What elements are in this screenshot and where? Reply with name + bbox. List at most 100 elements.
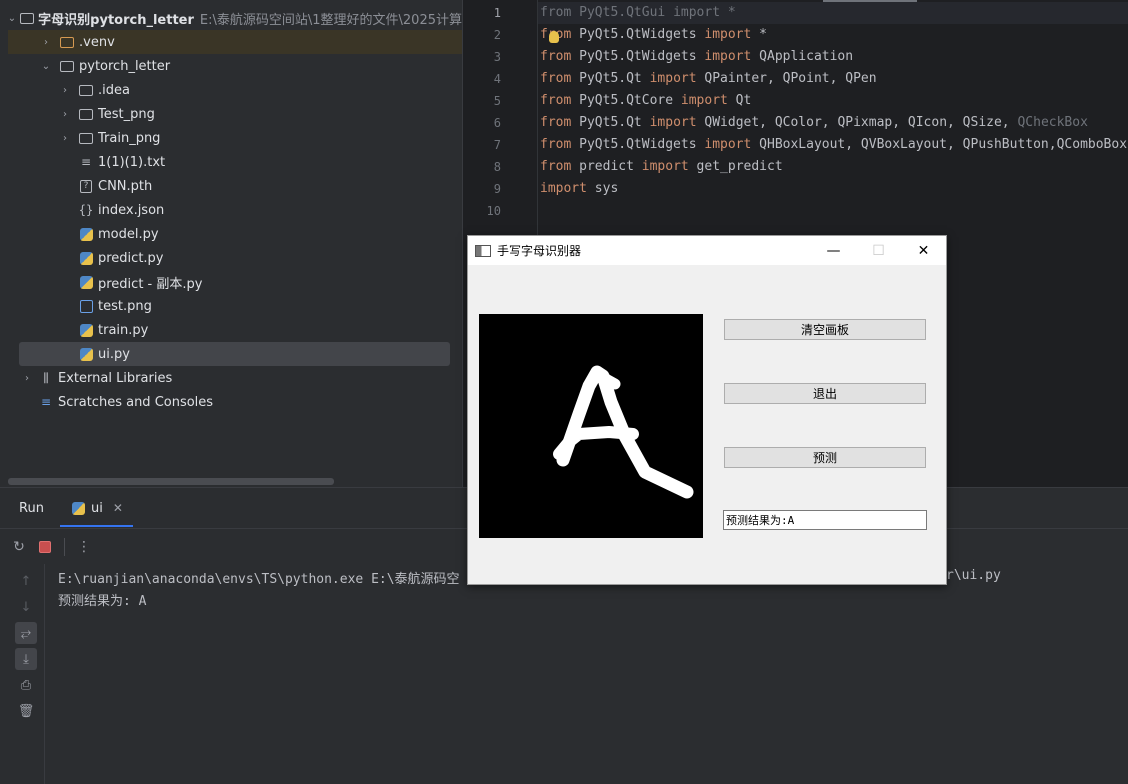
lightbulb-icon[interactable] bbox=[549, 31, 559, 43]
tree-item-test-png-file[interactable]: test.png bbox=[0, 294, 462, 318]
tree-item-predict-copy-py[interactable]: predict - 副本.py bbox=[0, 270, 462, 294]
image-file-icon bbox=[78, 299, 94, 313]
tree-item-scratches[interactable]: ≡ Scratches and Consoles bbox=[0, 390, 462, 414]
tree-item-label: model.py bbox=[98, 226, 159, 242]
arrow-down-icon[interactable]: ↓ bbox=[15, 596, 37, 618]
stop-icon bbox=[39, 540, 51, 553]
window-titlebar[interactable]: 手写字母识别器 — ☐ ✕ bbox=[468, 236, 946, 265]
close-button[interactable]: ✕ bbox=[901, 236, 946, 265]
tree-item-pytorch-letter[interactable]: ⌄ pytorch_letter bbox=[0, 54, 462, 78]
tree-item-index-json[interactable]: {} index.json bbox=[0, 198, 462, 222]
console-line-tail: r\ui.py bbox=[946, 568, 1001, 583]
tree-item-idea[interactable]: › .idea bbox=[0, 78, 462, 102]
folder-icon bbox=[20, 11, 35, 25]
scroll-to-end-icon[interactable]: ⤓ bbox=[15, 648, 37, 670]
arrow-up-icon[interactable]: ↑ bbox=[15, 570, 37, 592]
tree-item-train-py[interactable]: train.py bbox=[0, 318, 462, 342]
code-line[interactable]: from PyQt5.QtGui import * bbox=[540, 5, 736, 20]
python-file-icon bbox=[78, 275, 94, 289]
run-panel-title: Run bbox=[19, 500, 44, 516]
tree-item-label: Scratches and Consoles bbox=[58, 394, 214, 410]
python-file-icon bbox=[78, 347, 94, 361]
chevron-right-icon[interactable]: › bbox=[58, 131, 72, 145]
chevron-right-icon[interactable]: › bbox=[39, 35, 53, 49]
app-icon bbox=[475, 244, 491, 257]
soft-wrap-icon[interactable]: ⥂ bbox=[15, 622, 37, 644]
folder-icon bbox=[59, 59, 75, 73]
python-file-icon bbox=[78, 323, 94, 337]
stop-button[interactable] bbox=[32, 534, 58, 560]
code-line[interactable]: from PyQt5.QtWidgets import * bbox=[540, 27, 767, 42]
line-number: 1 bbox=[493, 6, 501, 20]
trash-icon[interactable]: 🗑 bbox=[15, 700, 37, 722]
folder-icon bbox=[59, 35, 75, 49]
tree-item-venv[interactable]: › .venv bbox=[8, 30, 462, 54]
project-panel: ⌄ 字母识别pytorch_letter E:\泰航源码空间站\1整理好的文件\… bbox=[0, 0, 462, 487]
close-icon[interactable]: ✕ bbox=[113, 501, 123, 515]
code-line[interactable]: from PyQt5.Qt import QPainter, QPoint, Q… bbox=[540, 71, 877, 86]
maximize-icon: ☐ bbox=[872, 242, 885, 259]
exit-button[interactable]: 退出 bbox=[724, 383, 926, 404]
tree-item-model-py[interactable]: model.py bbox=[0, 222, 462, 246]
tree-item-label: test.png bbox=[98, 298, 152, 314]
folder-icon bbox=[78, 131, 94, 145]
line-number: 6 bbox=[493, 116, 501, 130]
unknown-file-icon: ? bbox=[78, 179, 94, 193]
line-number: 10 bbox=[486, 204, 501, 218]
letter-recognizer-window: 手写字母识别器 — ☐ ✕ 清空画板 退出 预测 预测结果为:A bbox=[467, 235, 947, 585]
more-options-icon[interactable]: ⋮ bbox=[71, 534, 97, 560]
python-file-icon bbox=[72, 501, 85, 515]
code-line[interactable]: from PyQt5.QtWidgets import QApplication bbox=[540, 49, 853, 64]
maximize-button: ☐ bbox=[856, 236, 901, 265]
tree-item-label: predict.py bbox=[98, 250, 164, 266]
chevron-right-icon[interactable]: › bbox=[58, 107, 72, 121]
code-line[interactable]: from predict import get_predict bbox=[540, 159, 783, 174]
tree-item-ui-py[interactable]: ui.py bbox=[19, 342, 450, 366]
tree-item-label: External Libraries bbox=[58, 370, 173, 386]
tab-ui-label: ui bbox=[91, 500, 103, 516]
console-output: 预测结果为: A bbox=[58, 594, 147, 609]
tree-item-external-libraries[interactable]: › ⫼ External Libraries bbox=[0, 366, 462, 390]
tree-item-label: predict - 副本.py bbox=[98, 276, 203, 292]
code-line[interactable]: from PyQt5.QtWidgets import QHBoxLayout,… bbox=[540, 137, 1127, 152]
minimize-button[interactable]: — bbox=[811, 236, 856, 265]
horizontal-scrollbar[interactable] bbox=[8, 478, 334, 485]
predict-button[interactable]: 预测 bbox=[724, 447, 926, 468]
drawing-canvas[interactable] bbox=[479, 314, 703, 538]
chevron-down-icon[interactable]: ⌄ bbox=[8, 11, 16, 25]
line-number: 4 bbox=[493, 72, 501, 86]
code-line[interactable]: from PyQt5.QtCore import Qt bbox=[540, 93, 751, 108]
chevron-right-icon[interactable]: › bbox=[20, 371, 34, 385]
tree-item-label: ui.py bbox=[98, 346, 130, 362]
line-number: 3 bbox=[493, 50, 501, 64]
tree-item-label: index.json bbox=[98, 202, 165, 218]
prediction-result-field[interactable]: 预测结果为:A bbox=[723, 510, 927, 530]
tree-item-label: pytorch_letter bbox=[79, 58, 171, 74]
json-file-icon: {} bbox=[78, 203, 94, 217]
tree-item-label: 1(1)(1).txt bbox=[98, 154, 166, 170]
line-number: 2 bbox=[493, 28, 501, 42]
project-root-path: E:\泰航源码空间站\1整理好的文件\2025计算 bbox=[199, 12, 462, 28]
print-icon[interactable]: ⎙ bbox=[15, 674, 37, 696]
code-line[interactable]: import sys bbox=[540, 181, 618, 196]
tab-ui[interactable]: ui ✕ bbox=[72, 488, 123, 528]
text-file-icon: ≡ bbox=[80, 155, 92, 169]
tree-item-label: Test_png bbox=[98, 106, 155, 122]
tree-item-label: .venv bbox=[79, 34, 115, 50]
chevron-down-icon[interactable]: ⌄ bbox=[39, 59, 53, 73]
window-title: 手写字母识别器 bbox=[497, 244, 582, 258]
tree-item-predict-py[interactable]: predict.py bbox=[0, 246, 462, 270]
code-line[interactable]: from PyQt5.Qt import QWidget, QColor, QP… bbox=[540, 115, 1088, 130]
clear-canvas-button[interactable]: 清空画板 bbox=[724, 319, 926, 340]
tree-item-cnn-pth[interactable]: ? CNN.pth bbox=[0, 174, 462, 198]
scratches-icon: ≡ bbox=[40, 395, 52, 409]
rerun-icon[interactable]: ↻ bbox=[6, 534, 32, 560]
line-number: 5 bbox=[493, 94, 501, 108]
folder-icon bbox=[78, 83, 94, 97]
tree-item-train-png[interactable]: › Train_png bbox=[0, 126, 462, 150]
chevron-right-icon[interactable]: › bbox=[58, 83, 72, 97]
tree-item-txt[interactable]: ≡ 1(1)(1).txt bbox=[0, 150, 462, 174]
project-root[interactable]: ⌄ 字母识别pytorch_letter E:\泰航源码空间站\1整理好的文件\… bbox=[0, 6, 462, 30]
tree-item-label: Train_png bbox=[98, 130, 161, 146]
tree-item-test-png[interactable]: › Test_png bbox=[0, 102, 462, 126]
